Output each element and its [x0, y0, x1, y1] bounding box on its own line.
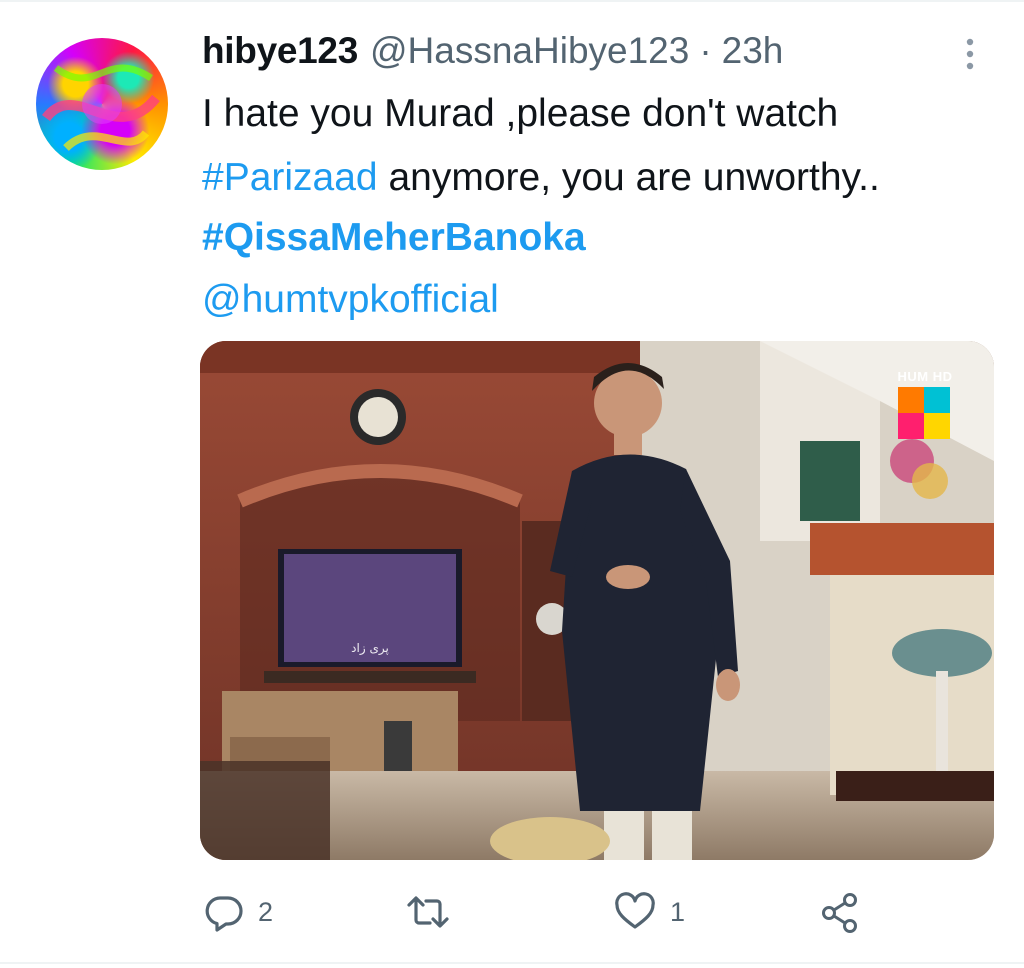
heart-icon — [615, 892, 655, 929]
channel-logo-text: HUM HD — [897, 369, 953, 384]
tweet-media-image[interactable]: HUM HD پری زاد — [200, 341, 994, 860]
tweet-actions: 2 1 — [0, 888, 1024, 944]
reply-icon — [205, 896, 243, 932]
user-handle[interactable]: @HassnaHibye123 — [370, 30, 689, 72]
reply-button[interactable]: 2 — [204, 892, 273, 932]
top-divider — [0, 0, 1024, 2]
bottom-divider — [0, 962, 1024, 964]
retweet-button[interactable] — [406, 894, 464, 930]
tv-screen-title: پری زاد — [351, 641, 389, 655]
hashtag-parizaad[interactable]: #Parizaad — [202, 156, 378, 199]
separator-dot: · — [699, 30, 712, 71]
retweet-icon — [407, 896, 449, 928]
like-button[interactable]: 1 — [614, 892, 685, 932]
avatar-art — [42, 64, 160, 152]
share-icon — [822, 893, 857, 933]
tweet-text-rest: anymore, you are unworthy.. — [377, 156, 880, 199]
reply-count: 2 — [258, 896, 274, 927]
share-button[interactable] — [820, 892, 860, 934]
mention-humtvpkofficial[interactable]: @humtvpkofficial — [202, 278, 499, 322]
tweet-header: hibye123 @HassnaHibye123 · 23h — [202, 30, 783, 80]
hashtag-qissa-meher-banoka[interactable]: #QissaMeherBanoka — [202, 216, 586, 260]
avatar[interactable] — [36, 38, 168, 170]
display-name[interactable]: hibye123 — [202, 30, 358, 72]
channel-logo: HUM HD — [894, 369, 956, 443]
media-scene — [200, 341, 994, 860]
tweet-text-line-2: #Parizaad anymore, you are unworthy.. — [202, 156, 880, 200]
timestamp[interactable]: 23h — [722, 30, 784, 72]
like-count: 1 — [670, 896, 686, 927]
tweet-text-line-1: I hate you Murad ,please don't watch — [202, 92, 839, 135]
more-vertical-icon[interactable] — [956, 34, 984, 74]
